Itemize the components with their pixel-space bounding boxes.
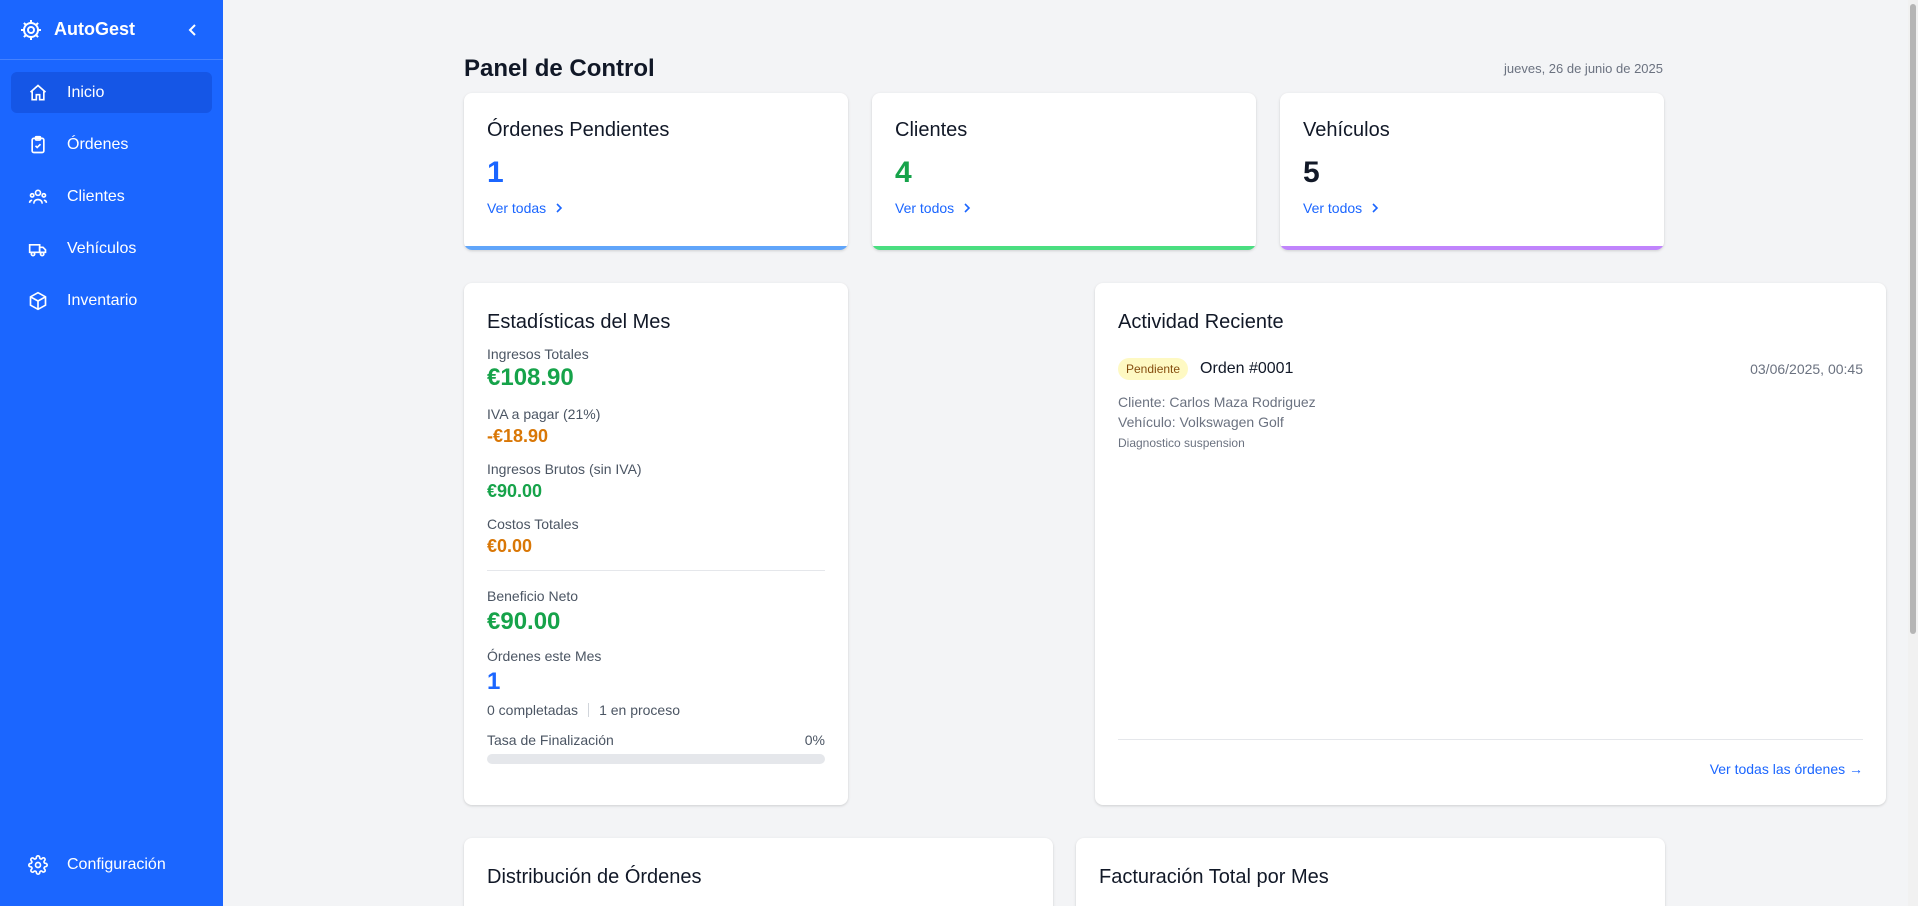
gross-income-value: €90.00 (487, 481, 543, 501)
total-income-value: €108.90 (487, 364, 574, 391)
chevron-left-icon (188, 23, 196, 36)
orders-breakdown: 0 completadas 1 en proceso (487, 702, 825, 718)
page-title: Panel de Control (464, 55, 655, 82)
view-all-clients-link[interactable]: Ver todos (895, 200, 1233, 216)
completed-count: 0 completadas (487, 702, 579, 718)
view-all-orders-link[interactable]: Ver todas (487, 200, 825, 216)
sidebar-nav: Inicio Órdenes Clientes Vehículos Invent… (0, 60, 223, 344)
stat-value: 4 (895, 156, 912, 189)
month-orders-value: 1 (487, 668, 501, 695)
chevron-right-icon (554, 203, 564, 213)
sidebar-item-label: Clientes (67, 187, 125, 205)
link-label: Ver todas (487, 200, 547, 216)
brand-header: AutoGest (0, 0, 223, 60)
stat-title: Clientes (895, 119, 968, 141)
sidebar: AutoGest Inicio Órdenes Clientes Vehícul… (0, 0, 223, 906)
collapse-sidebar-button[interactable] (181, 18, 205, 42)
stat-value: 1 (487, 156, 504, 189)
total-income-label: Ingresos Totales (487, 346, 589, 362)
net-profit-label: Beneficio Neto (487, 588, 579, 604)
vat-label: IVA a pagar (21%) (487, 406, 601, 422)
current-date: jueves, 26 de junio de 2025 (1503, 61, 1663, 76)
activity-footer: Ver todas las órdenes → (1118, 739, 1863, 779)
net-profit-value: €90.00 (487, 608, 561, 635)
completion-rate-value: 0% (804, 732, 825, 748)
status-badge: Pendiente (1118, 358, 1189, 380)
sidebar-item-vehiculos[interactable]: Vehículos (11, 228, 212, 269)
separator (588, 703, 590, 717)
box-icon (27, 290, 49, 312)
card-title: Distribución de Órdenes (487, 866, 702, 888)
gear-icon (27, 854, 49, 876)
vat-value: -€18.90 (487, 426, 549, 446)
users-icon (27, 186, 49, 208)
truck-icon (27, 238, 49, 260)
chevron-right-icon (1370, 203, 1380, 213)
scrollbar-thumb[interactable] (1910, 4, 1916, 634)
order-distribution-card: Distribución de Órdenes (464, 838, 1053, 906)
gear-logo-icon (18, 17, 44, 43)
sidebar-item-label: Vehículos (67, 239, 137, 257)
activity-client: Cliente: Carlos Maza Rodriguez (1118, 394, 1316, 410)
card-title: Actividad Reciente (1118, 311, 1284, 333)
completion-rate-label: Tasa de Finalización (487, 732, 614, 748)
sidebar-item-clientes[interactable]: Clientes (11, 176, 212, 217)
stat-value: 5 (1303, 156, 1320, 189)
link-label: Ver todos (1303, 200, 1363, 216)
sidebar-item-label: Inicio (67, 83, 105, 101)
stat-card-vehicles: Vehículos 5 Ver todos (1280, 93, 1664, 250)
sidebar-item-label: Órdenes (67, 135, 129, 153)
sidebar-item-ordenes[interactable]: Órdenes (11, 124, 212, 165)
view-all-orders-link[interactable]: Ver todas las órdenes → (1710, 761, 1863, 777)
activity-vehicle: Vehículo: Volkswagen Golf (1118, 414, 1284, 430)
card-accent-bar (464, 246, 848, 250)
stat-title: Órdenes Pendientes (487, 119, 670, 141)
sidebar-item-configuracion[interactable]: Configuración (11, 844, 212, 885)
clipboard-icon (27, 134, 49, 156)
sidebar-bottom: Configuración (11, 844, 212, 896)
sidebar-item-label: Configuración (67, 855, 166, 873)
gross-income-label: Ingresos Brutos (sin IVA) (487, 461, 642, 477)
card-accent-bar (1280, 246, 1664, 250)
month-orders-label: Órdenes este Mes (487, 648, 602, 664)
card-title: Facturación Total por Mes (1099, 866, 1329, 888)
activity-description: Diagnostico suspension (1118, 436, 1245, 450)
divider (487, 570, 825, 571)
activity-timestamp: 03/06/2025, 00:45 (1750, 361, 1863, 377)
stat-title: Vehículos (1303, 119, 1390, 141)
total-costs-label: Costos Totales (487, 516, 579, 532)
completion-rate-row: Tasa de Finalización 0% (487, 732, 825, 748)
view-all-vehicles-link[interactable]: Ver todos (1303, 200, 1641, 216)
sidebar-item-label: Inventario (67, 291, 138, 309)
sidebar-item-inventario[interactable]: Inventario (11, 280, 212, 321)
chevron-right-icon (962, 203, 972, 213)
stat-card-clients: Clientes 4 Ver todos (872, 93, 1256, 250)
main-content: Panel de Control jueves, 26 de junio de … (223, 0, 1918, 906)
sidebar-item-inicio[interactable]: Inicio (11, 72, 212, 113)
in-progress-count: 1 en proceso (599, 702, 681, 718)
card-title: Estadísticas del Mes (487, 311, 671, 333)
home-icon (27, 82, 49, 104)
monthly-stats-card: Estadísticas del Mes Ingresos Totales €1… (464, 283, 848, 805)
app-name: AutoGest (54, 19, 135, 39)
monthly-billing-card: Facturación Total por Mes (1076, 838, 1665, 906)
stat-card-pending-orders: Órdenes Pendientes 1 Ver todas (464, 93, 848, 250)
order-number: Orden #0001 (1200, 360, 1294, 377)
total-costs-value: €0.00 (487, 536, 533, 556)
completion-progress-bar (487, 754, 825, 764)
link-label: Ver todos (895, 200, 955, 216)
activity-item[interactable]: Pendiente Orden #0001 03/06/2025, 00:45 … (1118, 358, 1863, 450)
card-accent-bar (872, 246, 1256, 250)
activity-item-header: Pendiente Orden #0001 03/06/2025, 00:45 (1118, 358, 1863, 380)
recent-activity-card: Actividad Reciente Pendiente Orden #0001… (1095, 283, 1886, 805)
page-scrollbar[interactable] (1908, 0, 1918, 906)
